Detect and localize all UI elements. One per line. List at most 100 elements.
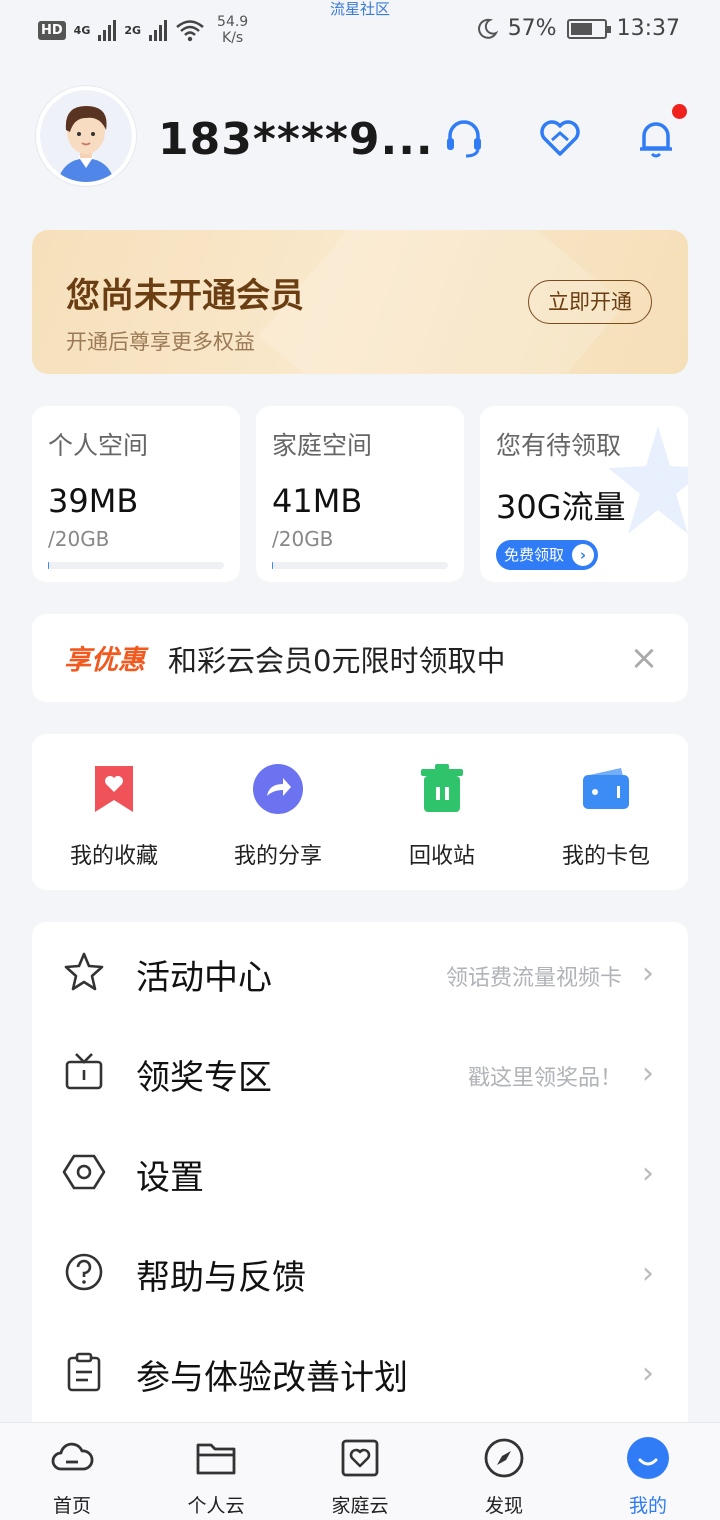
moon-icon: [477, 18, 498, 39]
tab-family-cloud[interactable]: 家庭云: [305, 1435, 415, 1518]
quick-item-favorites[interactable]: 我的收藏: [32, 758, 196, 870]
quick-label: 我的卡包: [561, 844, 650, 869]
hd-badge: HD: [38, 20, 66, 40]
card-label: 家庭空间: [272, 431, 373, 460]
quick-actions: 我的收藏 我的分享 回收站 我的卡包: [32, 734, 688, 890]
network-speed: 54.9 K/s: [217, 14, 248, 46]
card-value: 41MB: [272, 482, 363, 520]
help-icon: [65, 1253, 103, 1291]
tab-home[interactable]: 首页: [17, 1435, 127, 1518]
quick-item-wallet[interactable]: 我的卡包: [524, 758, 688, 870]
network-4g-label: 4G: [73, 23, 91, 37]
bookmark-icon: [95, 766, 133, 812]
quick-label: 我的分享: [233, 844, 322, 869]
free-claim-label: 免费领取: [504, 546, 565, 564]
pending-claim-card[interactable]: 您有待领取 30G流量 免费领取 ›: [480, 406, 688, 582]
profile-icon: [627, 1437, 669, 1479]
status-left: HD 4G 2G 54.9 K/s: [38, 14, 248, 46]
chevron-right-icon: ›: [642, 956, 654, 991]
wallet-icon: [583, 768, 629, 809]
menu-label: 参与体验改善计划: [136, 1358, 408, 1398]
speed-unit: K/s: [222, 30, 244, 46]
avatar-illustration-icon: [40, 90, 132, 182]
card-total: /20GB: [48, 527, 110, 551]
promo-banner[interactable]: 享优惠 和彩云会员0元限时领取中 ×: [32, 614, 688, 702]
notification-dot: [672, 104, 687, 119]
clipboard-icon: [67, 1352, 101, 1392]
settings-menu: 活动中心 领话费流量视频卡 › 领奖专区 戳这里领奖品！ › 设置 › 帮助与反…: [32, 922, 688, 1422]
battery-icon: [566, 18, 611, 39]
tab-personal-cloud[interactable]: 个人云: [161, 1435, 271, 1518]
avatar[interactable]: [36, 86, 136, 186]
tab-label: 首页: [52, 1495, 91, 1517]
profile-header: 183****9...: [32, 84, 692, 194]
cloud-icon: [51, 1442, 94, 1471]
menu-label: 设置: [136, 1158, 204, 1198]
tab-label: 个人云: [187, 1495, 245, 1517]
usage-bar: [272, 562, 448, 569]
chevron-right-icon: ›: [572, 544, 595, 566]
vip-title: 您尚未开通会员: [66, 276, 304, 316]
card-label: 您有待领取: [496, 431, 622, 460]
status-bar: 流星社区 HD 4G 2G 54.9 K/s 57% 13:37: [0, 0, 720, 60]
promo-tag: 享优惠: [64, 645, 145, 676]
tab-label: 我的: [628, 1495, 667, 1517]
card-value: 39MB: [48, 482, 139, 520]
menu-label: 帮助与反馈: [136, 1258, 306, 1298]
compass-icon: [484, 1438, 524, 1478]
menu-item-activity-center[interactable]: 活动中心 领话费流量视频卡 ›: [32, 922, 688, 1022]
network-2g-label: 2G: [124, 23, 142, 37]
share-icon: [253, 764, 303, 814]
card-label: 个人空间: [48, 431, 149, 460]
menu-label: 领奖专区: [136, 1058, 272, 1098]
signal-icon: [98, 19, 117, 41]
heart-icon[interactable]: [538, 116, 582, 160]
trash-icon: [421, 764, 463, 812]
card-value: 30G流量: [496, 488, 626, 526]
quick-label: 回收站: [408, 844, 475, 869]
family-icon: [341, 1439, 379, 1477]
chevron-right-icon: ›: [642, 1056, 654, 1091]
menu-item-improvement-plan[interactable]: 参与体验改善计划 ›: [32, 1322, 688, 1422]
tab-label: 家庭云: [331, 1495, 389, 1517]
signal-icon-2: [149, 19, 168, 41]
menu-hint: 领话费流量视频卡: [445, 966, 622, 991]
open-vip-button[interactable]: 立即开通: [528, 280, 652, 324]
free-claim-button[interactable]: 免费领取 ›: [496, 540, 599, 570]
vip-subtitle: 开通后尊享更多权益: [66, 330, 255, 354]
headset-icon[interactable]: [442, 116, 486, 160]
quick-label: 我的收藏: [69, 844, 158, 869]
bottom-tab-bar: 首页 个人云 家庭云 发现 我的: [0, 1422, 720, 1520]
close-icon[interactable]: ×: [622, 636, 666, 680]
personal-space-card[interactable]: 个人空间 39MB /20GB: [32, 406, 240, 582]
wifi-icon: [176, 20, 204, 42]
vip-banner[interactable]: 您尚未开通会员 开通后尊享更多权益 立即开通: [32, 230, 688, 374]
chevron-right-icon: ›: [642, 1256, 654, 1291]
tab-discover[interactable]: 发现: [449, 1435, 559, 1518]
folder-icon: [196, 1443, 236, 1475]
chevron-right-icon: ›: [642, 1156, 654, 1191]
tab-mine[interactable]: 我的: [593, 1435, 703, 1518]
speed-value: 54.9: [217, 14, 249, 30]
bell-icon[interactable]: [634, 116, 678, 160]
username[interactable]: 183****9...: [158, 114, 434, 165]
gift-tv-icon: [65, 1053, 103, 1090]
card-total: /20GB: [272, 527, 334, 551]
status-right: 57% 13:37: [476, 16, 680, 41]
usage-bar: [48, 562, 224, 569]
battery-percent: 57%: [507, 16, 557, 41]
tab-label: 发现: [484, 1495, 523, 1517]
menu-item-settings[interactable]: 设置 ›: [32, 1122, 688, 1222]
settings-icon: [62, 1154, 106, 1190]
menu-item-prize-zone[interactable]: 领奖专区 戳这里领奖品！ ›: [32, 1022, 688, 1122]
quick-item-recycle[interactable]: 回收站: [360, 758, 524, 870]
menu-label: 活动中心: [136, 958, 272, 998]
menu-item-help[interactable]: 帮助与反馈 ›: [32, 1222, 688, 1322]
clock: 13:37: [616, 16, 680, 41]
promo-text: 和彩云会员0元限时领取中: [168, 644, 506, 678]
chevron-right-icon: ›: [642, 1356, 654, 1391]
star-icon: [64, 952, 104, 991]
menu-hint: 戳这里领奖品！: [467, 1066, 622, 1091]
family-space-card[interactable]: 家庭空间 41MB /20GB: [256, 406, 464, 582]
quick-item-shares[interactable]: 我的分享: [196, 758, 360, 870]
